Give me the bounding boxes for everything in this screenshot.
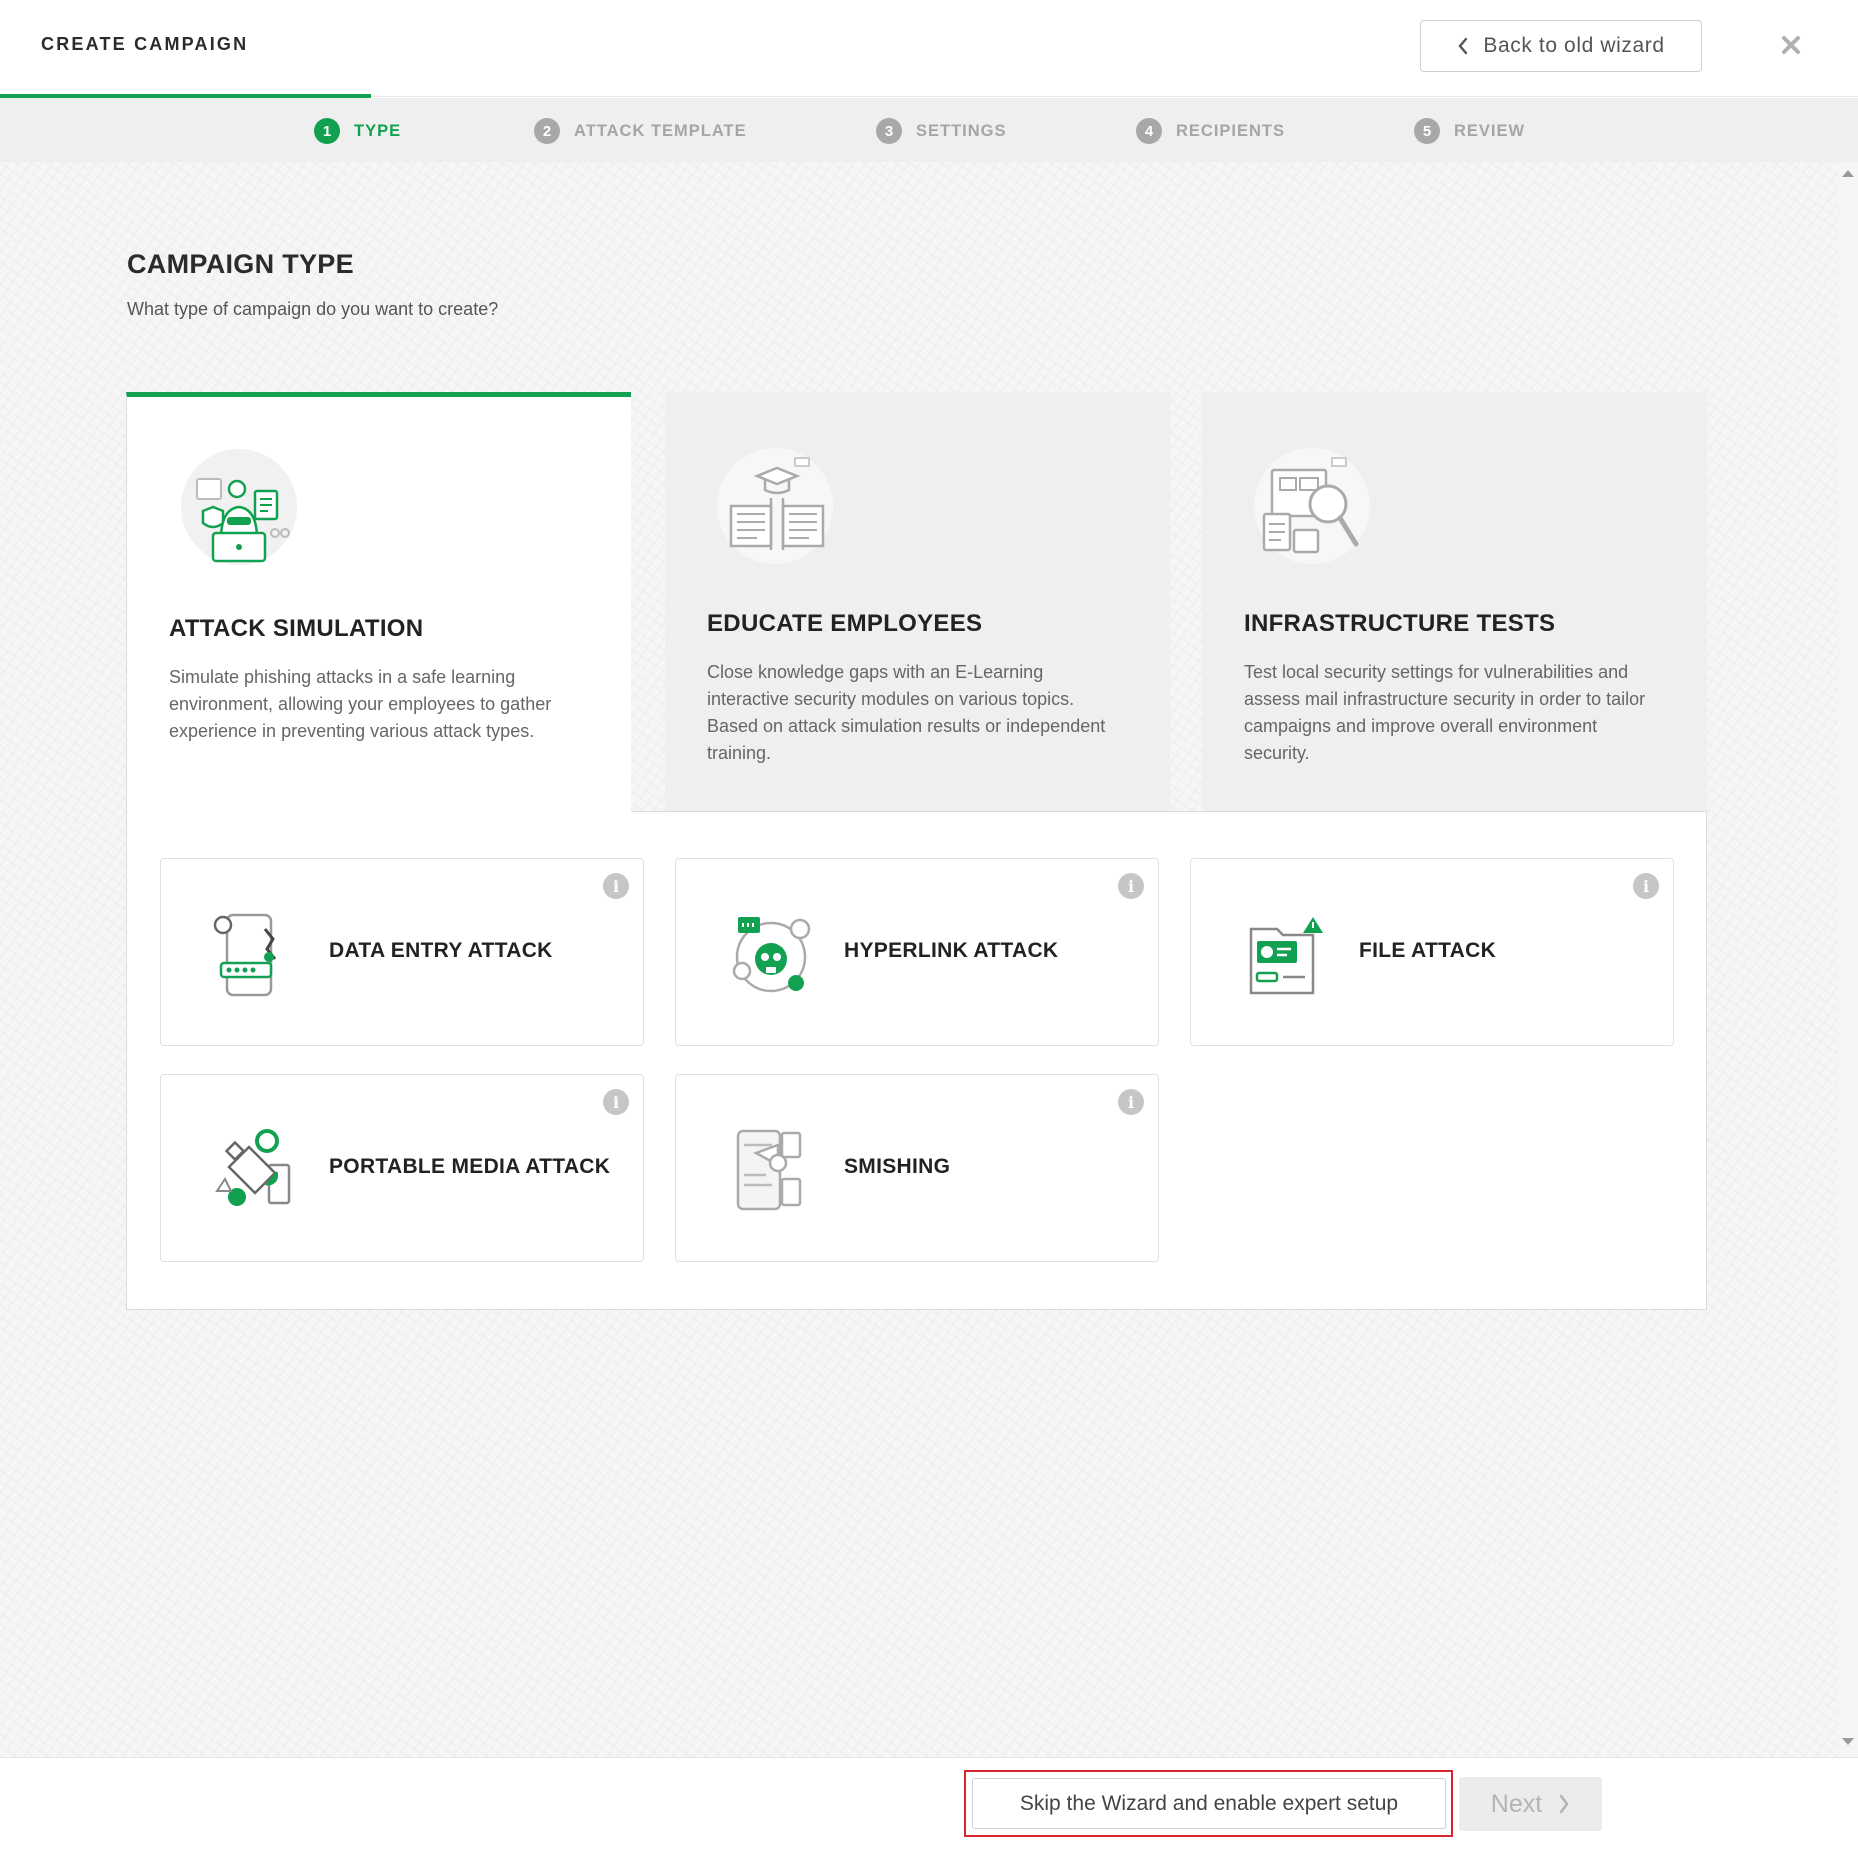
back-to-old-wizard-button[interactable]: Back to old wizard: [1420, 20, 1702, 72]
step-number: 4: [1136, 118, 1162, 144]
step-number: 1: [314, 118, 340, 144]
campaign-type-title: ATTACK SIMULATION: [169, 615, 424, 642]
phone-password-icon: [213, 913, 277, 997]
panel-divider: [631, 811, 1707, 812]
attack-option-title: DATA ENTRY ATTACK: [329, 939, 553, 962]
campaign-type-educate-employees[interactable]: EDUCATE EMPLOYEES Close knowledge gaps w…: [665, 392, 1170, 812]
attack-option-title: SMISHING: [844, 1155, 951, 1178]
campaign-type-title: EDUCATE EMPLOYEES: [707, 610, 983, 637]
phone-sms-icon: [736, 1129, 802, 1211]
skip-wizard-button[interactable]: Skip the Wizard and enable expert setup: [972, 1778, 1446, 1829]
step-type[interactable]: 1 TYPE: [314, 118, 401, 144]
wizard-steps: 1 TYPE 2 ATTACK TEMPLATE 3 SETTINGS 4 RE…: [0, 98, 1858, 162]
step-label: RECIPIENTS: [1176, 121, 1286, 140]
attack-option-data-entry[interactable]: DATA ENTRY ATTACK i: [160, 858, 644, 1046]
info-icon[interactable]: i: [603, 873, 629, 899]
wizard-header: CREATE CAMPAIGN Back to old wizard: [0, 0, 1858, 97]
step-label: TYPE: [354, 121, 402, 140]
campaign-type-description: Test local security settings for vulnera…: [1244, 662, 1646, 763]
section-title: CAMPAIGN TYPE: [127, 249, 354, 279]
step-label: SETTINGS: [916, 121, 1007, 140]
step-label: REVIEW: [1454, 121, 1526, 140]
step-attack-template[interactable]: 2 ATTACK TEMPLATE: [534, 118, 747, 144]
step-number: 2: [534, 118, 560, 144]
next-button[interactable]: Next: [1459, 1777, 1602, 1831]
attack-option-portable-media[interactable]: PORTABLE MEDIA ATTACK i: [160, 1074, 644, 1262]
step-number: 5: [1414, 118, 1440, 144]
info-icon[interactable]: i: [603, 1089, 629, 1115]
attack-option-title: PORTABLE MEDIA ATTACK: [329, 1155, 611, 1178]
next-button-label: Next: [1490, 1789, 1543, 1818]
step-recipients[interactable]: 4 RECIPIENTS: [1136, 118, 1285, 144]
skull-link-icon: [732, 917, 811, 993]
attack-option-title: HYPERLINK ATTACK: [844, 939, 1059, 962]
chevron-left-icon: [1458, 37, 1468, 55]
attack-option-file[interactable]: FILE ATTACK i: [1190, 858, 1674, 1046]
scroll-down-arrow-icon[interactable]: [1842, 1738, 1854, 1745]
section-subtitle: What type of campaign do you want to cre…: [127, 299, 499, 319]
vertical-scrollbar[interactable]: [1838, 162, 1858, 1757]
open-book-graduation-icon: [717, 448, 833, 564]
info-icon[interactable]: i: [1118, 873, 1144, 899]
usb-drive-icon: [215, 1129, 291, 1206]
step-label: ATTACK TEMPLATE: [574, 121, 747, 140]
back-button-label: Back to old wizard: [1483, 34, 1665, 57]
step-settings[interactable]: 3 SETTINGS: [876, 118, 1007, 144]
scroll-up-arrow-icon[interactable]: [1842, 170, 1854, 177]
info-icon[interactable]: i: [1633, 873, 1659, 899]
campaign-type-description: Close knowledge gaps with an E-Learning …: [707, 662, 1106, 763]
page-title: CREATE CAMPAIGN: [41, 34, 249, 54]
close-icon[interactable]: [1774, 28, 1808, 62]
magnifier-documents-icon: [1254, 448, 1370, 564]
info-icon[interactable]: i: [1118, 1089, 1144, 1115]
attack-option-smishing[interactable]: SMISHING i: [675, 1074, 1159, 1262]
campaign-type-infrastructure-tests[interactable]: INFRASTRUCTURE TESTS Test local security…: [1202, 392, 1707, 812]
hacker-laptop-icon: [181, 449, 297, 565]
campaign-type-title: INFRASTRUCTURE TESTS: [1244, 610, 1556, 637]
campaign-type-description: Simulate phishing attacks in a safe lear…: [169, 667, 552, 741]
attack-option-hyperlink[interactable]: HYPERLINK ATTACK i: [675, 858, 1159, 1046]
chevron-right-icon: [1559, 1794, 1569, 1814]
campaign-type-attack-simulation[interactable]: ATTACK SIMULATION Simulate phishing atta…: [126, 392, 631, 812]
folder-warning-icon: [1249, 917, 1323, 995]
step-number: 3: [876, 118, 902, 144]
step-review[interactable]: 5 REVIEW: [1414, 118, 1525, 144]
attack-option-title: FILE ATTACK: [1359, 939, 1497, 962]
